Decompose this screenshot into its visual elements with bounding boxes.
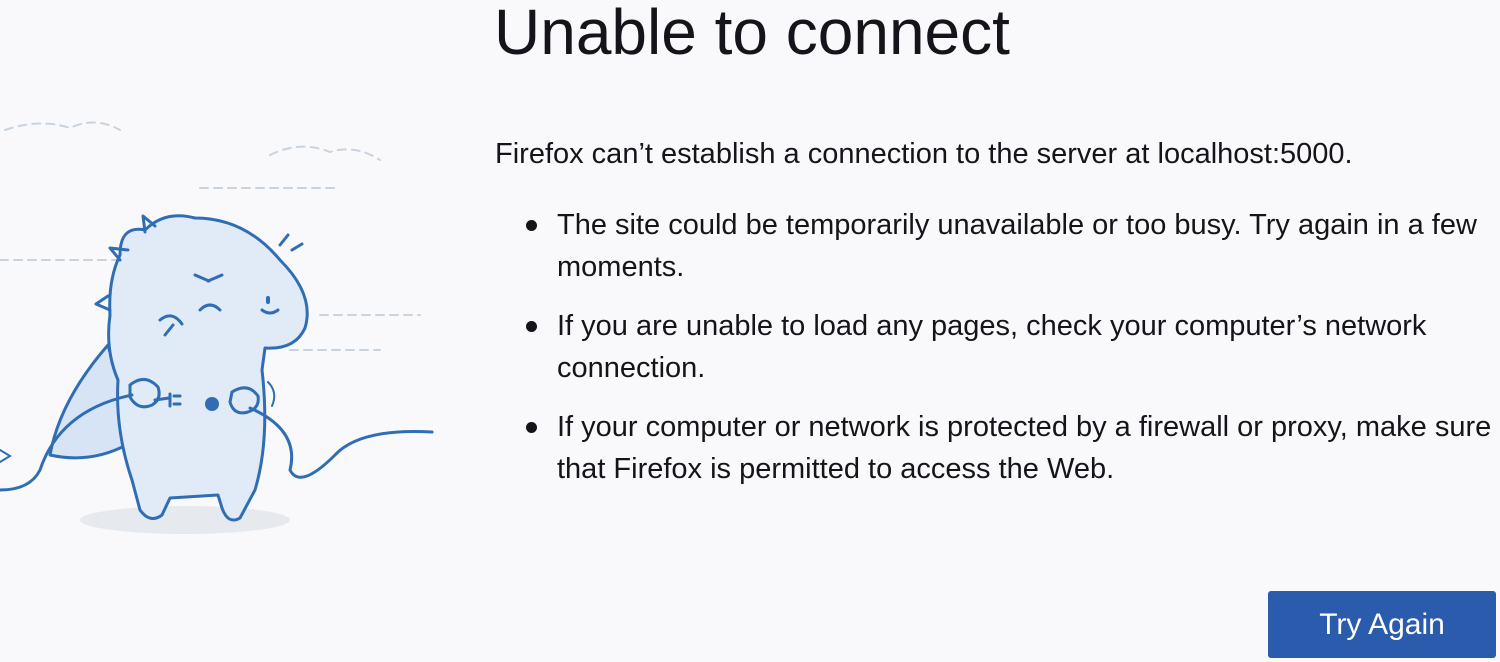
reason-list: The site could be temporarily unavailabl… xyxy=(526,204,1497,507)
list-item: If you are unable to load any pages, che… xyxy=(526,305,1497,389)
try-again-button[interactable]: Try Again xyxy=(1268,591,1496,658)
page-title: Unable to connect xyxy=(494,0,1010,68)
list-item: If your computer or network is protected… xyxy=(526,406,1497,490)
dino-unplugged-icon xyxy=(0,110,440,550)
error-description: Firefox can’t establish a connection to … xyxy=(495,138,1353,170)
list-item: The site could be temporarily unavailabl… xyxy=(526,204,1497,288)
error-content: Unable to connect Firefox can’t establis… xyxy=(494,0,1500,662)
